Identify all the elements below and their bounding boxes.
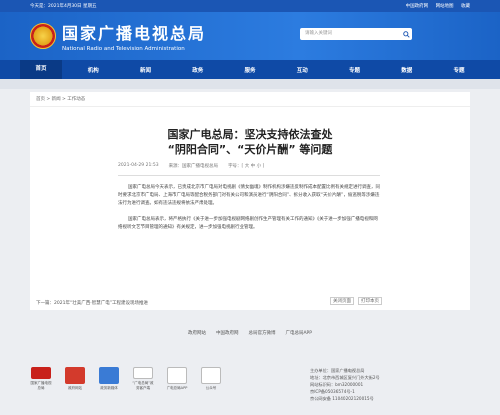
qr-code-icon: [201, 367, 221, 384]
article-paragraph-2: 国家广电总局表示，将严格执行《关于进一步加强电视剧网络剧创作生产管理有关工作的通…: [118, 217, 378, 230]
footer-badge-gov[interactable]: 政府网站: [64, 367, 86, 391]
article-title-line1: 国家广电总局：坚决支持依法查处: [167, 128, 333, 141]
new-media-icon: [99, 367, 119, 384]
meta-divider: [118, 175, 380, 176]
nav-special[interactable]: 专题: [438, 66, 480, 74]
footer-info: 主办单位：国家广播电视总局 地址：北京市西城区复兴门外大街2号 网站标识码：bm…: [310, 368, 380, 401]
article-paragraph-1: 国家广电总局今天表示，已责成北京市广电局对电视剧《倩女幽魂》制作机构涉嫌违反制作…: [118, 185, 380, 206]
site-subtitle: National Radio and Television Administra…: [62, 46, 185, 52]
footer-link-app[interactable]: 广电总局APP: [285, 330, 312, 336]
nav-news[interactable]: 新闻: [125, 66, 167, 74]
article-date: 2021-04-29 21:53: [118, 163, 159, 168]
site-header: 国家广播电视总局 National Radio and Television A…: [0, 12, 500, 60]
search-icon[interactable]: [400, 28, 412, 40]
bookmark-link[interactable]: 收藏: [461, 4, 470, 9]
footer-link-weibo[interactable]: 总局官方微博: [248, 330, 275, 336]
footer-links: 政府网站 中国政府网 总局官方微博 广电总局APP: [0, 330, 500, 336]
qr-code-icon: [167, 367, 187, 384]
nav-home[interactable]: 首页: [20, 60, 62, 79]
article-source: 来源：国家广播电视总局: [168, 164, 219, 169]
footer-badge-wechat[interactable]: 公众号: [200, 367, 222, 391]
site-footer: 国家广播电视总局 政府网站 政务新媒体 “广电总局”政务客户端 广电总局APP …: [0, 355, 500, 415]
emblem-icon: [31, 367, 51, 379]
qr-code-icon: [133, 367, 153, 379]
nav-interaction[interactable]: 互动: [281, 66, 323, 74]
footer-link-gov-portal[interactable]: 中国政府网: [216, 330, 239, 336]
nav-data[interactable]: 数据: [386, 66, 428, 74]
next-article-link[interactable]: 下一篇：2021年“壮美广西·智慧广电”工程建设现场推进: [30, 300, 470, 306]
site-title: 国家广播电视总局: [62, 24, 207, 43]
nav-government-affairs[interactable]: 政务: [177, 66, 219, 74]
article-meta: 2021-04-29 21:53 来源：国家广播电视总局 字号：[ 大 中 小 …: [118, 163, 470, 169]
footer-badge-media[interactable]: 政务新媒体: [98, 367, 120, 391]
footer-link-gov-site[interactable]: 政府网站: [188, 330, 206, 336]
font-size-control[interactable]: 字号：[ 大 中 小 ]: [228, 163, 264, 169]
nav-topics[interactable]: 专题: [334, 66, 376, 74]
article-title: 国家广电总局：坚决支持依法查处 “阴阳合同”、“天价片酬” 等问题: [30, 127, 470, 157]
nav-organization[interactable]: 机构: [72, 66, 114, 74]
footer-badge-client[interactable]: “广电总局”政务客户端: [132, 367, 154, 391]
footer-badge-app[interactable]: 广电总局APP: [166, 367, 188, 391]
gov-site-icon: [65, 367, 85, 384]
top-utility-bar: 今天是：2021年4月30日 星期五 中国政府网 网站地图 收藏: [0, 0, 500, 12]
main-nav: 首页 机构 新闻 政务 服务 互动 专题 数据 专题: [0, 60, 500, 79]
nav-divider: [0, 79, 500, 89]
breadcrumb[interactable]: 首页 > 新闻 > 工作动态: [30, 92, 470, 107]
search-input[interactable]: 请输入关键词: [300, 28, 412, 40]
footer-badge-nrta[interactable]: 国家广播电视总局: [30, 367, 52, 391]
gov-portal-link[interactable]: 中国政府网: [406, 4, 429, 9]
nav-services[interactable]: 服务: [229, 66, 271, 74]
current-date: 今天是：2021年4月30日 星期五: [30, 4, 97, 9]
sitemap-link[interactable]: 网站地图: [436, 4, 454, 9]
article-title-line2: “阴阳合同”、“天价片酬” 等问题: [167, 143, 333, 156]
article-panel: 首页 > 新闻 > 工作动态 国家广电总局：坚决支持依法查处 “阴阳合同”、“天…: [30, 92, 470, 310]
national-emblem-icon: [30, 23, 56, 49]
